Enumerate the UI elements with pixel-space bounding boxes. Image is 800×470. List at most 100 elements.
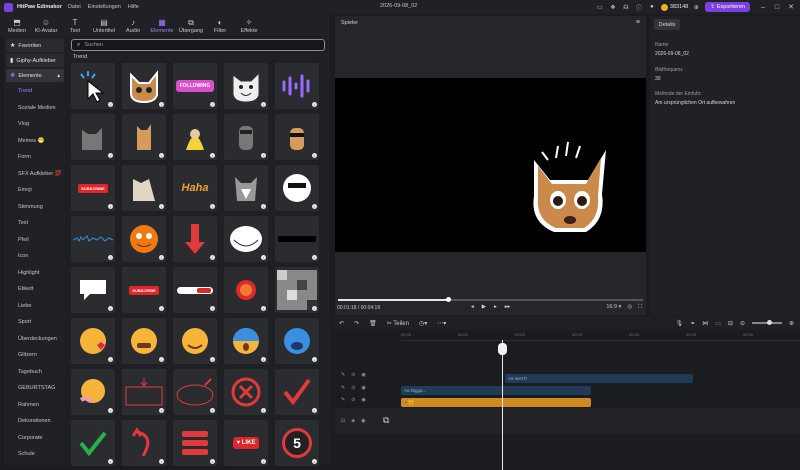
download-icon[interactable]: ↓ — [108, 102, 113, 107]
download-icon[interactable]: ↓ — [261, 357, 266, 362]
subscribe-click-sticker[interactable]: SUBSCRIBE ↓ — [122, 267, 166, 313]
sidebar-subitem[interactable]: Sport — [4, 314, 66, 331]
download-icon[interactable]: ↓ — [312, 255, 317, 260]
tab-details[interactable]: Details — [654, 19, 680, 30]
sidebar-subitem[interactable]: Glitzern — [4, 347, 66, 364]
download-icon[interactable]: ↓ — [210, 102, 215, 107]
cat-dancing-sticker[interactable]: ↓ — [122, 114, 166, 160]
more-icon[interactable]: ⋯▾ — [437, 320, 446, 327]
tab-text[interactable]: T Text — [62, 18, 88, 36]
fast-forward-icon[interactable]: ▸▸ — [505, 304, 511, 310]
download-icon[interactable]: ↓ — [159, 102, 164, 107]
scared-emoji-sticker[interactable]: ↓ — [224, 318, 268, 364]
lock-icon[interactable]: ⊙ — [351, 385, 355, 391]
download-icon[interactable]: ↓ — [210, 459, 215, 464]
next-frame-icon[interactable]: ▸ — [494, 304, 497, 310]
tab-elements[interactable]: ▦ Elemente — [149, 18, 175, 36]
sidebar-subitem[interactable]: Pfeil — [4, 232, 66, 249]
zoom-in-icon[interactable]: ⊕ — [789, 320, 794, 327]
ai-icon[interactable]: ▭ — [715, 320, 721, 327]
sidebar-subitem[interactable]: Liebe — [4, 298, 66, 315]
edit-icon[interactable]: ✎ — [341, 397, 345, 403]
sound-wave-sticker[interactable]: ↓ — [275, 63, 319, 109]
fullscreen-icon[interactable]: ⛶ — [638, 304, 642, 311]
menu-file[interactable]: Datei — [68, 4, 81, 10]
troll-face-sticker[interactable]: ↓ — [224, 216, 268, 262]
download-icon[interactable]: ↓ — [312, 102, 317, 107]
download-icon[interactable]: ↓ — [312, 306, 317, 311]
cat-sticker-preview[interactable] — [528, 140, 610, 236]
red-circle-arrow-sticker[interactable]: ↓ — [173, 369, 217, 415]
menu-icon[interactable]: ≡ — [636, 19, 640, 26]
subscribe-sticker[interactable]: SUBSCRIBE ↓ — [71, 165, 115, 211]
wink-emoji-sticker[interactable]: ↓ — [173, 318, 217, 364]
zoom-slider[interactable] — [751, 320, 782, 325]
red-check-sticker[interactable]: ↓ — [275, 369, 319, 415]
time-ruler[interactable]: 00:00 00:01 00:02 00:03 00:04 00:05 00:06 — [401, 331, 800, 341]
black-bar-sticker[interactable]: ↓ — [275, 216, 319, 262]
sidebar-subitem[interactable]: Stimmung — [4, 199, 66, 216]
sidebar-subitem[interactable]: Schule — [4, 446, 66, 463]
sidebar-subitem[interactable]: Icon — [4, 248, 66, 265]
download-icon[interactable]: ↓ — [159, 306, 164, 311]
down-arrow-sticker[interactable]: ↓ — [173, 216, 217, 262]
sidebar-item-elements[interactable]: ❖ Elemente ▴ — [6, 69, 64, 82]
snap-icon[interactable]: ⋈ — [702, 320, 708, 327]
tab-filter[interactable]: ◐ Filter — [207, 18, 233, 36]
download-icon[interactable]: ↓ — [159, 459, 164, 464]
red-x-sticker[interactable]: ↓ — [224, 369, 268, 415]
subscribe-bar-sticker[interactable]: ↓ — [173, 267, 217, 313]
download-icon[interactable]: ↓ — [261, 102, 266, 107]
microphone-icon[interactable]: 🎙 — [676, 320, 684, 327]
husky-sticker[interactable]: ↓ — [224, 165, 268, 211]
subscribe-list-sticker[interactable]: ↓ — [173, 420, 217, 466]
sidebar-subitem[interactable]: GEBURTSTAG — [4, 380, 66, 397]
haha-sticker[interactable]: Haha ↓ — [173, 165, 217, 211]
cat-pose-sticker[interactable]: ↓ — [122, 165, 166, 211]
download-icon[interactable]: ↓ — [312, 408, 317, 413]
cat-sitting-sticker[interactable]: ↓ — [71, 114, 115, 160]
zoom-out-icon[interactable]: ⊖ — [740, 320, 745, 327]
download-icon[interactable]: ↓ — [261, 459, 266, 464]
download-icon[interactable]: ↓ — [261, 204, 266, 209]
sidebar-subitem[interactable]: Form — [4, 149, 66, 166]
cat-banana-sticker[interactable]: ↓ — [173, 114, 217, 160]
audio-icon[interactable]: ◈ — [351, 418, 355, 424]
sidebar-subitem[interactable]: Tagebuch — [4, 364, 66, 381]
download-icon[interactable]: ↓ — [159, 255, 164, 260]
info-icon[interactable]: ⓘ — [635, 3, 643, 12]
sidebar-subitem[interactable]: Text — [4, 215, 66, 232]
menu-help[interactable]: Hilfe — [128, 4, 139, 10]
following-sticker[interactable]: FOLLOWING ↓ — [173, 63, 217, 109]
orange-face-sticker[interactable]: ↓ — [122, 216, 166, 262]
tab-media[interactable]: ⬒ Medien — [4, 18, 30, 36]
crying-emoji-sticker[interactable]: ↓ — [275, 318, 319, 364]
add-media-icon[interactable]: ⧉ — [383, 415, 389, 426]
sidebar-item-favorites[interactable]: ★ Favoriten — [6, 39, 64, 52]
sidebar-subitem[interactable]: Corporate — [4, 430, 66, 447]
sidebar-subitem[interactable]: Etikett — [4, 281, 66, 298]
maximize-icon[interactable]: □ — [772, 4, 782, 11]
sad-emoji-sticker[interactable]: ↓ — [122, 318, 166, 364]
headset-icon[interactable]: ☊ — [622, 3, 630, 11]
lock-icon[interactable]: ⊙ — [351, 397, 355, 403]
download-icon[interactable]: ↓ — [261, 255, 266, 260]
fit-icon[interactable]: ⊟ — [728, 320, 733, 327]
text-clip-wait[interactable]: Aa WAIT! — [505, 374, 693, 383]
sticker-clip[interactable]: ◔ 🐱 — [401, 398, 591, 407]
download-icon[interactable]: ↓ — [210, 408, 215, 413]
eye-icon[interactable]: ◉ — [361, 372, 365, 378]
download-icon[interactable]: ↓ — [108, 204, 113, 209]
download-icon[interactable]: ↓ — [159, 408, 164, 413]
seek-bar[interactable] — [338, 297, 643, 302]
avatar[interactable]: ● — [648, 3, 656, 11]
tab-audio[interactable]: ♪ Audio — [120, 18, 146, 36]
split-button[interactable]: ✂ Teilen — [387, 320, 409, 327]
download-icon[interactable]: ↓ — [210, 306, 215, 311]
lock-icon[interactable]: ⊙ — [351, 372, 355, 378]
sidebar-item-giphy[interactable]: ▮ Giphy-Aufkleber — [6, 54, 64, 67]
eye-icon[interactable]: ◉ — [361, 385, 365, 391]
video-canvas[interactable] — [335, 78, 646, 252]
thinking-emoji-sticker[interactable]: ↓ — [71, 369, 115, 415]
download-icon[interactable]: ↓ — [108, 306, 113, 311]
